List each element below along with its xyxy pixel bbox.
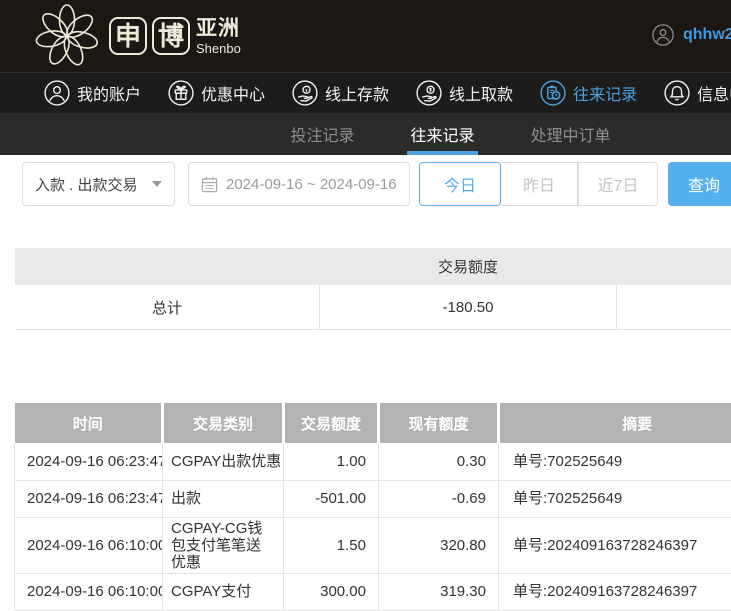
cell-type: 出款 <box>163 480 284 517</box>
logo-subtitle: Shenbo <box>196 42 241 55</box>
table-row: 2024-09-16 06:10:00 CGPAY支付 300.00 319.3… <box>15 573 731 610</box>
search-button[interactable]: 查询 <box>668 162 731 206</box>
nav-item-messages[interactable]: 信息中心 <box>664 80 731 106</box>
flower-logo-icon <box>30 3 104 69</box>
withdraw-icon <box>416 80 442 106</box>
nav-label: 往来记录 <box>573 81 637 105</box>
col-header-time: 时间 <box>15 403 163 443</box>
records-icon <box>540 80 566 106</box>
col-header-type: 交易类别 <box>163 403 284 443</box>
cell-time: 2024-09-16 06:10:00 <box>15 517 163 573</box>
summary-total-label: 总计 <box>15 297 319 318</box>
date-range-input[interactable]: 2024-09-16 ~ 2024-09-16 <box>188 162 410 206</box>
cell-type: CGPAY-CG钱包支付笔笔送优惠 <box>163 517 284 573</box>
cell-time: 2024-09-16 06:23:47 <box>15 443 163 480</box>
logo-region: 亚洲 <box>196 18 241 39</box>
today-button[interactable]: 今日 <box>419 162 501 206</box>
cell-note: 单号:202409163728246397 <box>499 573 731 610</box>
cell-balance: -0.69 <box>379 480 499 517</box>
cell-note: 单号:702525649 <box>499 443 731 480</box>
last-7-days-button[interactable]: 近7日 <box>578 162 658 206</box>
summary-amount-header: 交易额度 <box>319 256 617 277</box>
nav-label: 优惠中心 <box>201 81 265 105</box>
nav-label: 信息中心 <box>697 81 731 105</box>
record-tabs: 投注记录 往来记录 处理中订单 <box>0 113 731 155</box>
nav-item-promotions[interactable]: 优惠中心 <box>168 80 265 106</box>
user-account[interactable]: qhhw2 <box>652 24 731 46</box>
transactions-table: 时间 交易类别 交易额度 现有额度 摘要 2024-09-16 06:23:47… <box>14 403 731 611</box>
logo-char-bo: 博 <box>152 17 190 55</box>
nav-item-deposit[interactable]: 线上存款 <box>292 80 389 106</box>
username[interactable]: qhhw2 <box>683 26 731 44</box>
bell-icon <box>664 80 690 106</box>
col-header-note: 摘要 <box>499 403 731 443</box>
table-row: 2024-09-16 06:10:00 CGPAY-CG钱包支付笔笔送优惠 1.… <box>15 517 731 573</box>
tab-pending-orders[interactable]: 处理中订单 <box>531 113 611 155</box>
nav-item-withdraw[interactable]: 线上取款 <box>416 80 513 106</box>
cell-note: 单号:702525649 <box>499 480 731 517</box>
nav-item-my-account[interactable]: 我的账户 <box>44 80 141 106</box>
cell-type: CGPAY出款优惠 <box>163 443 284 480</box>
summary-header-row: 交易额度 <box>15 248 731 285</box>
nav-item-records[interactable]: 往来记录 <box>540 80 637 106</box>
tab-transaction-records[interactable]: 往来记录 <box>410 113 474 155</box>
date-range-value: 2024-09-16 ~ 2024-09-16 <box>226 176 397 193</box>
cell-amount: 1.50 <box>284 517 379 573</box>
col-header-balance: 现有额度 <box>379 403 499 443</box>
nav-label: 我的账户 <box>77 81 141 105</box>
table-row: 2024-09-16 06:23:47 CGPAY出款优惠 1.00 0.30 … <box>15 443 731 480</box>
col-header-amount: 交易额度 <box>284 403 379 443</box>
brand-logo[interactable]: 申 博 亚洲 Shenbo <box>30 3 241 69</box>
nav-label: 线上取款 <box>449 81 513 105</box>
logo-char-shen: 申 <box>109 17 147 55</box>
cell-balance: 0.30 <box>379 443 499 480</box>
summary-total-row: 总计 -180.50 <box>15 285 731 330</box>
cell-type: CGPAY支付 <box>163 573 284 610</box>
avatar-icon <box>652 24 674 46</box>
transactions-header-row: 时间 交易类别 交易额度 现有额度 摘要 <box>15 403 731 443</box>
cell-note: 单号:202409163728246397 <box>499 517 731 573</box>
cell-time: 2024-09-16 06:10:00 <box>15 573 163 610</box>
main-nav: 我的账户 优惠中心 线上存款 线上取款 <box>0 72 731 113</box>
gift-icon <box>168 80 194 106</box>
deposit-icon <box>292 80 318 106</box>
quick-date-buttons: 今日 昨日 近7日 <box>419 162 658 206</box>
cell-time: 2024-09-16 06:23:47 <box>15 480 163 517</box>
summary-table: 交易额度 总计 -180.50 <box>15 248 731 330</box>
calendar-icon <box>201 176 218 193</box>
filter-row: 入款 . 出款交易 2024-09-16 ~ 2024-09-16 今日 昨日 … <box>0 155 731 248</box>
table-row: 2024-09-16 06:23:47 出款 -501.00 -0.69 单号:… <box>15 480 731 517</box>
chevron-down-icon <box>152 181 162 187</box>
tab-bet-records[interactable]: 投注记录 <box>290 113 354 155</box>
user-icon <box>44 80 70 106</box>
yesterday-button[interactable]: 昨日 <box>501 162 578 206</box>
brand-header: 申 博 亚洲 Shenbo qhhw2 <box>0 0 731 72</box>
nav-label: 线上存款 <box>325 81 389 105</box>
cell-amount: 300.00 <box>284 573 379 610</box>
cell-amount: -501.00 <box>284 480 379 517</box>
transaction-type-select[interactable]: 入款 . 出款交易 <box>22 162 175 206</box>
cell-balance: 319.30 <box>379 573 499 610</box>
summary-total-value: -180.50 <box>319 285 617 329</box>
cell-balance: 320.80 <box>379 517 499 573</box>
cell-amount: 1.00 <box>284 443 379 480</box>
transaction-type-value: 入款 . 出款交易 <box>35 174 138 195</box>
